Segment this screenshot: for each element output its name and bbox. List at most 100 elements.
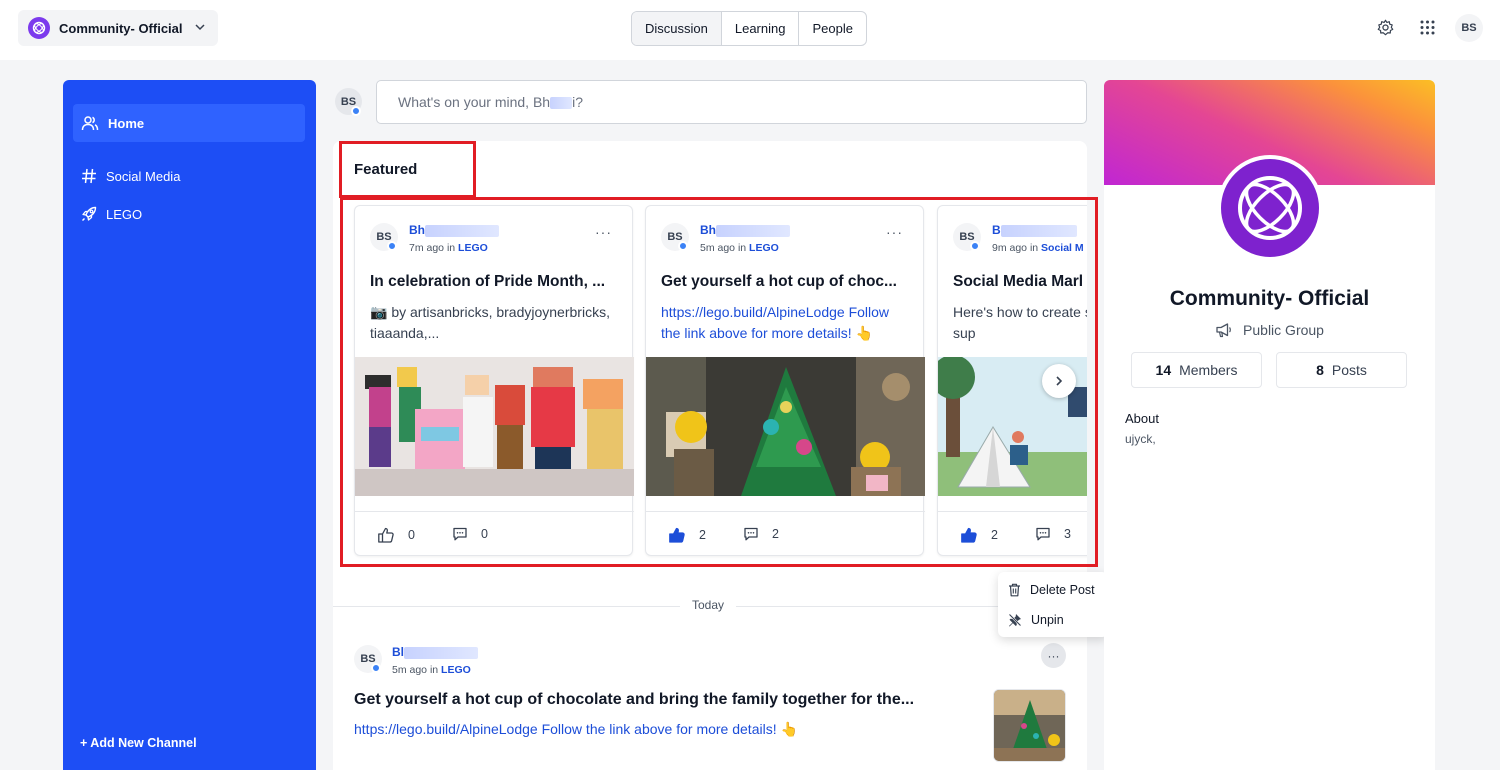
author-name: Bl <box>392 645 404 659</box>
presence-indicator <box>351 106 361 116</box>
apps-grid-icon[interactable] <box>1418 18 1436 36</box>
composer-placeholder-end: i? <box>572 94 583 110</box>
post-time: 5m ago in <box>392 664 439 676</box>
like-count: 0 <box>408 528 415 542</box>
more-options-icon[interactable]: ··· <box>886 224 903 240</box>
sidebar-item-social-media[interactable]: Social Media <box>73 157 305 195</box>
post-time: 9m ago in <box>992 242 1039 254</box>
featured-carousel: BS Bh 7m ago in LEGO ··· In celebration … <box>346 200 1087 562</box>
community-name: Community- Official <box>1169 287 1370 310</box>
tab-people[interactable]: People <box>799 12 865 45</box>
members-stat[interactable]: 14 Members <box>1131 352 1262 388</box>
composer-avatar: BS <box>335 88 362 116</box>
users-icon <box>81 116 99 131</box>
comment-icon <box>744 527 758 541</box>
community-logo-icon <box>28 17 50 39</box>
author-name: B <box>992 223 1001 237</box>
carousel-next-button[interactable] <box>1042 364 1076 398</box>
card-title: Social Media Marl <box>953 273 1084 290</box>
rocket-icon <box>82 206 97 221</box>
tab-learning[interactable]: Learning <box>722 12 800 45</box>
community-type: Public Group <box>1104 322 1435 338</box>
main-tabs: Discussion Learning People <box>631 11 867 46</box>
delete-post-menu-item[interactable]: Delete Post <box>1008 583 1095 597</box>
post-title[interactable]: Get yourself a hot cup of chocolate and … <box>354 691 914 709</box>
add-channel-button[interactable]: + Add New Channel <box>80 736 197 750</box>
community-switcher-label: Community- Official <box>59 20 183 36</box>
like-button[interactable]: 2 <box>668 526 706 544</box>
channel-link[interactable]: Social M <box>1041 242 1084 254</box>
featured-card[interactable]: BS Bh 7m ago in LEGO ··· In celebration … <box>354 205 634 557</box>
post-meta: 5m ago in LEGO <box>392 664 471 676</box>
avatar: BS <box>661 223 689 251</box>
card-image <box>646 357 925 496</box>
comment-count: 3 <box>1064 527 1071 541</box>
post-author[interactable]: Bh <box>409 223 499 237</box>
comment-button[interactable]: 2 <box>743 526 779 542</box>
menu-item-label: Unpin <box>1031 613 1064 627</box>
comment-icon <box>453 527 467 541</box>
card-body: Here's how to create strategy that will … <box>953 304 1087 341</box>
post-time: 7m ago in <box>409 242 456 254</box>
channel-link[interactable]: LEGO <box>749 242 779 254</box>
comment-count: 2 <box>772 527 779 541</box>
post-body-link[interactable]: https://lego.build/AlpineLodge Follow th… <box>354 721 798 738</box>
more-options-icon[interactable]: ··· <box>595 224 612 240</box>
thumbs-up-icon <box>378 527 394 543</box>
post-author[interactable]: Bl <box>392 645 478 659</box>
comment-icon <box>1036 527 1050 541</box>
megaphone-icon <box>1216 323 1231 338</box>
user-avatar[interactable]: BS <box>1455 14 1483 42</box>
post-meta: 7m ago in LEGO <box>409 242 488 254</box>
community-switcher[interactable]: Community- Official <box>18 10 218 46</box>
chevron-right-icon <box>1056 376 1063 386</box>
presence-indicator <box>678 241 688 251</box>
hash-icon <box>82 168 96 184</box>
avatar: BS <box>370 223 398 251</box>
featured-card[interactable]: BS Bh 5m ago in LEGO ··· Get yourself a … <box>645 205 925 556</box>
about-text: ujyck, <box>1125 432 1156 446</box>
sidebar-item-lego[interactable]: LEGO <box>73 195 305 233</box>
featured-heading: Featured <box>354 161 418 178</box>
posts-stat[interactable]: 8 Posts <box>1276 352 1407 388</box>
about-heading: About <box>1125 411 1159 426</box>
composer-placeholder-start: What's on your mind, Bh <box>398 94 551 110</box>
avatar: BS <box>953 223 981 251</box>
post-thumbnail[interactable] <box>993 689 1066 762</box>
channel-link[interactable]: LEGO <box>441 664 471 676</box>
card-title: In celebration of Pride Month, ... <box>370 273 606 290</box>
posts-count: 8 <box>1316 362 1324 378</box>
post-author[interactable]: B <box>992 223 1077 237</box>
thumbs-up-filled-icon <box>961 527 977 543</box>
comment-button[interactable]: 0 <box>452 526 488 542</box>
post-composer-input[interactable]: What's on your mind, Bh i? <box>376 80 1087 124</box>
community-info-panel: Community- Official Public Group 14 Membe… <box>1104 80 1435 770</box>
card-footer: 0 0 <box>355 511 634 557</box>
community-logo-icon <box>1221 159 1319 257</box>
card-body: 📷 by artisanbricks, bradyjoynerbricks, t… <box>370 304 610 341</box>
channel-link[interactable]: LEGO <box>458 242 488 254</box>
community-type-label: Public Group <box>1243 322 1324 338</box>
channel-sidebar: Home Social Media LEGO + Add New Channel <box>63 80 316 770</box>
card-body-link[interactable]: https://lego.build/AlpineLodge Follow th… <box>661 302 911 344</box>
avatar: BS <box>354 645 382 673</box>
sidebar-item-home[interactable]: Home <box>73 104 305 142</box>
like-button[interactable]: 2 <box>960 526 998 544</box>
post-author[interactable]: Bh <box>700 223 790 237</box>
sidebar-item-label: Home <box>108 115 145 131</box>
like-button[interactable]: 0 <box>377 526 415 544</box>
top-bar: Community- Official Discussion Learning … <box>0 0 1500 60</box>
card-title: Get yourself a hot cup of choc... <box>661 273 897 290</box>
comment-button[interactable]: 3 <box>1035 526 1071 542</box>
community-logo <box>1217 155 1323 261</box>
settings-icon[interactable] <box>1376 18 1394 36</box>
date-divider-label: Today <box>680 598 737 612</box>
redacted-name <box>550 97 573 110</box>
more-options-icon[interactable]: ··· <box>1041 643 1066 668</box>
tab-discussion[interactable]: Discussion <box>632 12 722 45</box>
trash-icon <box>1009 583 1020 597</box>
redacted-name <box>716 224 790 237</box>
unpin-menu-item[interactable]: Unpin <box>1008 613 1064 627</box>
author-name: Bh <box>409 223 425 237</box>
comment-count: 0 <box>481 527 488 541</box>
